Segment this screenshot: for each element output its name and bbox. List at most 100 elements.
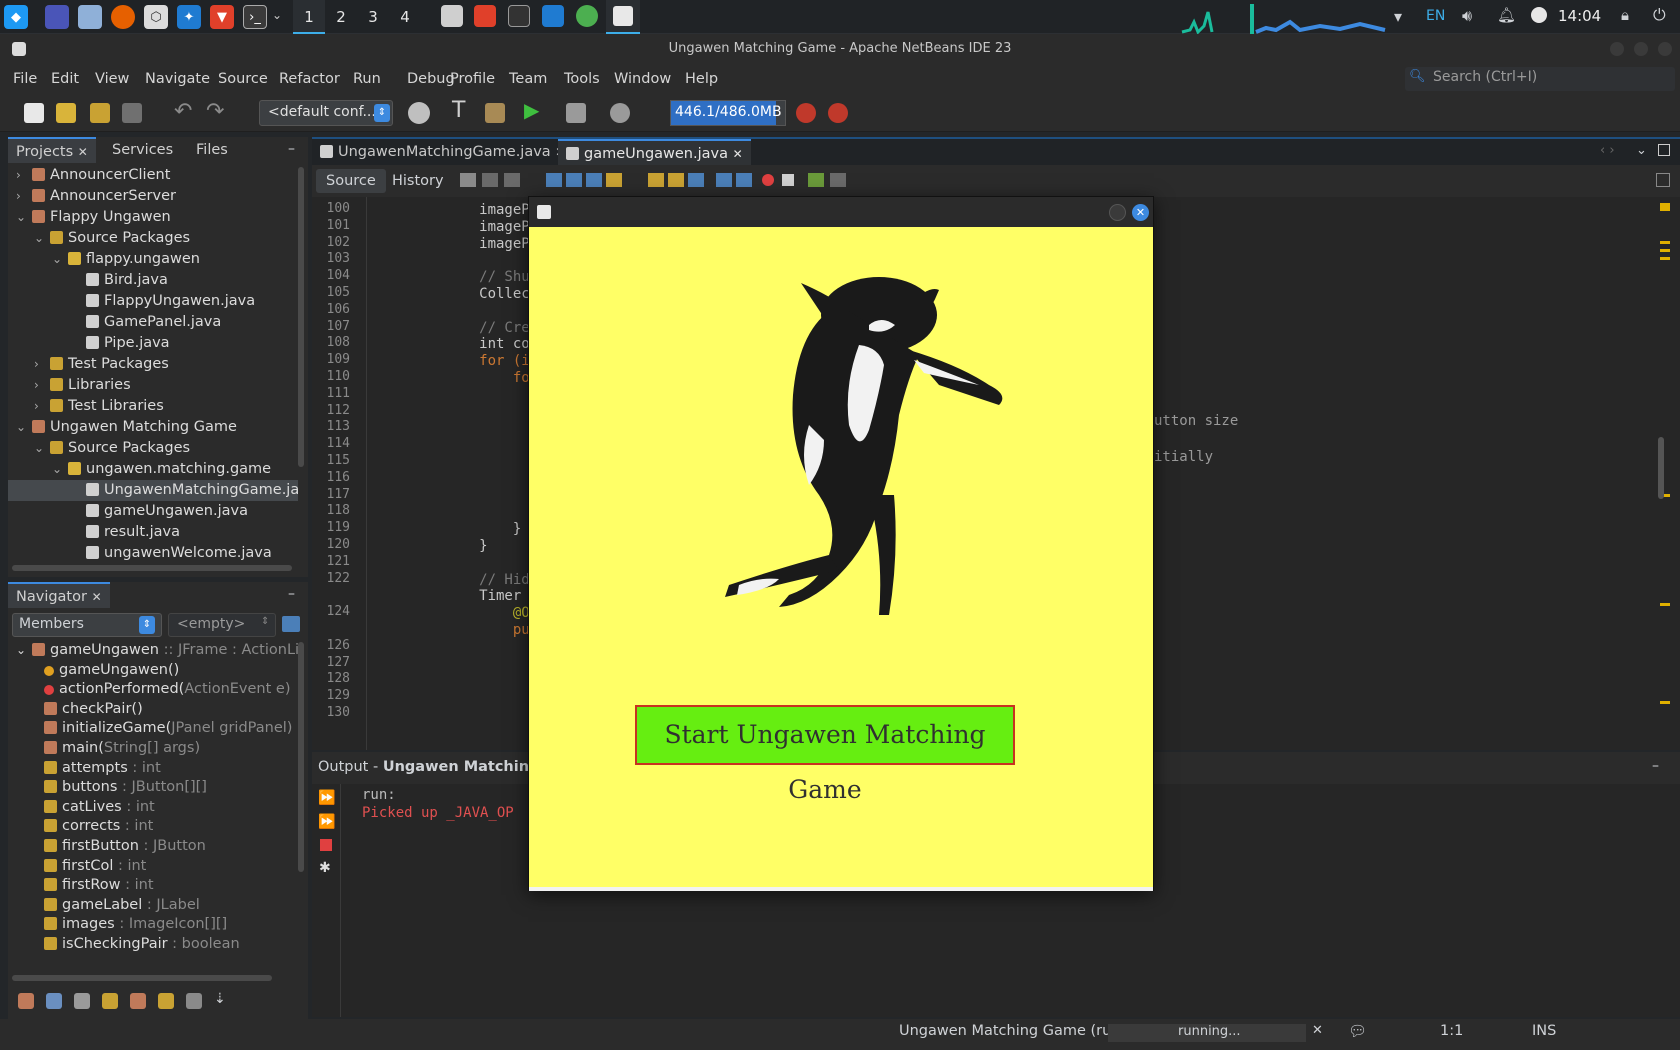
next-bookmark-icon[interactable] [668, 173, 684, 187]
show-inner-icon[interactable] [130, 993, 146, 1009]
expand-toggle-icon[interactable]: ⌄ [52, 459, 68, 480]
member-item[interactable]: attempts : int [8, 758, 161, 779]
tree-item[interactable]: › Test Packages [8, 354, 298, 375]
menu-help[interactable]: Help [685, 64, 718, 94]
task-vscode-icon[interactable] [542, 5, 564, 27]
find-prev-icon[interactable] [566, 173, 582, 187]
comment-icon[interactable] [808, 173, 824, 187]
volume-icon[interactable]: 🔊︎ [1462, 6, 1472, 26]
gc-snapshot-icon[interactable] [828, 103, 848, 123]
close-icon[interactable]: ✕ [733, 147, 743, 161]
start-game-button[interactable]: Start Ungawen Matching Game [635, 705, 1015, 804]
member-item[interactable]: corrects : int [8, 816, 153, 837]
navigator-scrollbar[interactable] [298, 642, 304, 872]
search-input[interactable]: Search (Ctrl+I) [1433, 69, 1537, 85]
member-item[interactable]: images : ImageIcon[][] [8, 914, 227, 935]
error-stripe[interactable] [1656, 197, 1674, 750]
menu-profile[interactable]: Profile [450, 64, 495, 94]
notifications-balloon-icon[interactable]: 💬︎ [1348, 1022, 1367, 1040]
expand-toggle-icon[interactable]: › [34, 375, 50, 396]
member-item[interactable]: ⌄ gameUngawen :: JFrame : ActionListe [8, 640, 298, 661]
last-edit-icon[interactable] [460, 173, 476, 187]
find-icon[interactable] [546, 173, 562, 187]
gc-icon[interactable] [796, 103, 816, 123]
expand-toggle-icon[interactable]: ⌄ [34, 438, 50, 459]
tree-item[interactable]: ⌄ Source Packages [8, 438, 298, 459]
projects-hscrollbar[interactable] [12, 565, 292, 571]
desktop-icon[interactable] [45, 5, 69, 29]
prev-bookmark-icon[interactable] [648, 173, 664, 187]
new-file-icon[interactable] [24, 103, 44, 123]
expand-toggle-icon[interactable]: › [34, 396, 50, 417]
expand-toggle-icon[interactable]: › [16, 165, 32, 186]
member-item[interactable]: gameUngawen() [8, 660, 179, 681]
menu-file[interactable]: File [13, 64, 37, 94]
shift-left-icon[interactable] [716, 173, 732, 187]
expand-toggle-icon[interactable]: › [16, 186, 32, 207]
tree-item[interactable]: FlappyUngawen.java [8, 291, 298, 312]
minimize-panel-icon[interactable]: – [288, 141, 295, 157]
workspace-1[interactable]: 1 [293, 0, 325, 34]
show-private-icon[interactable] [102, 993, 118, 1009]
record-macro-icon[interactable] [762, 174, 774, 186]
close-window-button[interactable] [1658, 42, 1672, 56]
undo-icon[interactable]: ↶ [174, 99, 192, 124]
tree-item[interactable]: ⌄ Source Packages [8, 228, 298, 249]
notifications-icon[interactable]: 🔔︎ [1497, 6, 1516, 24]
debug-icon[interactable] [566, 103, 586, 123]
workspace-4[interactable]: 4 [389, 0, 421, 34]
maximize-editor-icon[interactable] [1658, 144, 1670, 156]
projects-scrollbar[interactable] [298, 167, 304, 467]
tree-item[interactable]: › Test Libraries [8, 396, 298, 417]
profile-icon[interactable] [610, 103, 630, 123]
menu-view[interactable]: View [95, 64, 129, 94]
lock-icon[interactable]: 🔒︎ [1621, 6, 1629, 24]
task-terminal-icon[interactable] [508, 5, 530, 27]
tree-item[interactable]: result.java [8, 522, 298, 543]
members-filter-select[interactable]: Members ⇕ [12, 613, 162, 637]
uncomment-icon[interactable] [830, 173, 846, 187]
member-item[interactable]: gameLabel : JLabel [8, 895, 200, 916]
menu-source[interactable]: Source [218, 64, 268, 94]
menu-window[interactable]: Window [614, 64, 671, 94]
sort-alpha-icon[interactable] [186, 993, 202, 1009]
expand-toggle-icon[interactable]: ⌄ [16, 207, 32, 228]
tab-list-icon[interactable]: ⌄ [1636, 143, 1647, 158]
settings-icon[interactable]: ✱ [319, 860, 331, 876]
close-icon[interactable]: ✕ [92, 590, 102, 604]
tree-item[interactable]: ungawenWelcome.java [8, 543, 298, 560]
tree-item[interactable]: ⌄ ungawen.matching.game [8, 459, 298, 480]
expand-toggle-icon[interactable]: ⌄ [34, 228, 50, 249]
menu-tools[interactable]: Tools [564, 64, 600, 94]
split-editor-icon[interactable] [1656, 173, 1670, 187]
show-fields-icon[interactable] [46, 993, 62, 1009]
minimize-panel-icon[interactable]: – [1652, 758, 1659, 774]
tab-source[interactable]: Source [316, 169, 386, 193]
shift-right-icon[interactable] [736, 173, 752, 187]
navigator-options-icon[interactable] [282, 616, 300, 632]
member-item[interactable]: main(String[] args) [8, 738, 200, 759]
tree-item[interactable]: › Libraries [8, 375, 298, 396]
quick-search[interactable]: 🔍︎ Search (Ctrl+I) [1405, 67, 1675, 91]
redo-icon[interactable]: ↷ [206, 99, 224, 124]
menu-team[interactable]: Team [509, 64, 547, 94]
forward-icon[interactable] [504, 173, 520, 187]
terminal-icon[interactable]: ›_ [243, 5, 267, 29]
clean-build-icon[interactable] [485, 103, 505, 123]
app-launcher-icon[interactable]: ◆ [4, 5, 28, 29]
workspace-3[interactable]: 3 [357, 0, 389, 34]
wifi-icon[interactable]: ▾ [1394, 7, 1402, 26]
clock[interactable]: 14:04 [1558, 7, 1601, 25]
member-item[interactable]: isCheckingPair : boolean [8, 934, 240, 955]
navigator-hscrollbar[interactable] [12, 975, 272, 981]
tab-navigator[interactable]: Navigator ✕ [8, 582, 110, 608]
member-item[interactable]: actionPerformed(ActionEvent e) [8, 679, 290, 700]
member-item[interactable]: firstButton : JButton [8, 836, 206, 857]
task-netbeans-icon[interactable] [441, 5, 463, 27]
rerun-icon[interactable]: ⏩ [318, 790, 335, 806]
tree-item[interactable]: UngawenMatchingGame.java [8, 480, 298, 501]
toggle-bookmark-icon[interactable] [688, 173, 704, 187]
maximize-button[interactable] [1634, 42, 1648, 56]
keyboard-layout[interactable]: EN [1426, 8, 1445, 24]
netbeans-launcher-icon[interactable]: ⬡ [144, 5, 168, 29]
